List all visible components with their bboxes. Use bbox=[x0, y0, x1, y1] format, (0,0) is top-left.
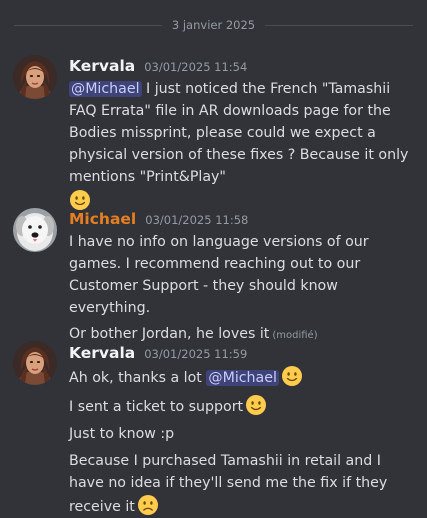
slightly-smiling-face-icon bbox=[69, 189, 91, 211]
message-followup: Or bother Jordan, he loves it bbox=[69, 326, 270, 342]
avatar-michael[interactable] bbox=[13, 208, 57, 252]
message-content: @Michael I just noticed the French "Tama… bbox=[69, 78, 419, 213]
message-content: Ah ok, thanks a lot @Michael I sent a ti… bbox=[69, 365, 419, 518]
avatar-kervala[interactable] bbox=[13, 55, 57, 99]
message-header: Kervala 03/01/2025 11:54 bbox=[69, 57, 247, 75]
message-line: I sent a ticket to support bbox=[69, 399, 244, 415]
edited-label: (modifié) bbox=[272, 330, 318, 341]
divider-line-right bbox=[265, 24, 414, 26]
timestamp[interactable]: 03/01/2025 11:54 bbox=[144, 60, 247, 74]
username[interactable]: Kervala bbox=[69, 344, 135, 362]
message-text: I have no info on language versions of o… bbox=[69, 234, 369, 316]
slightly-smiling-face-icon bbox=[281, 365, 303, 387]
message-line: Just to know :p bbox=[69, 426, 175, 442]
user-mention[interactable]: @Michael bbox=[69, 81, 142, 97]
user-mention[interactable]: @Michael bbox=[206, 370, 279, 386]
username[interactable]: Kervala bbox=[69, 57, 135, 75]
message-header: Kervala 03/01/2025 11:59 bbox=[69, 344, 247, 362]
timestamp[interactable]: 03/01/2025 11:59 bbox=[144, 347, 247, 361]
message-line: Because I purchased Tamashii in retail a… bbox=[69, 453, 388, 515]
message-line: Ah ok, thanks a lot bbox=[69, 370, 207, 386]
message-content: I have no info on language versions of o… bbox=[69, 231, 419, 347]
divider-date: 3 janvier 2025 bbox=[171, 18, 256, 32]
date-divider: 3 janvier 2025 bbox=[14, 17, 414, 33]
avatar-kervala[interactable] bbox=[13, 341, 57, 385]
frowning-face-icon bbox=[137, 494, 159, 516]
slightly-smiling-face-icon bbox=[245, 394, 267, 416]
username[interactable]: Michael bbox=[69, 210, 136, 228]
divider-line-left bbox=[14, 24, 162, 26]
timestamp[interactable]: 03/01/2025 11:58 bbox=[145, 213, 248, 227]
message-header: Michael 03/01/2025 11:58 bbox=[69, 210, 248, 228]
